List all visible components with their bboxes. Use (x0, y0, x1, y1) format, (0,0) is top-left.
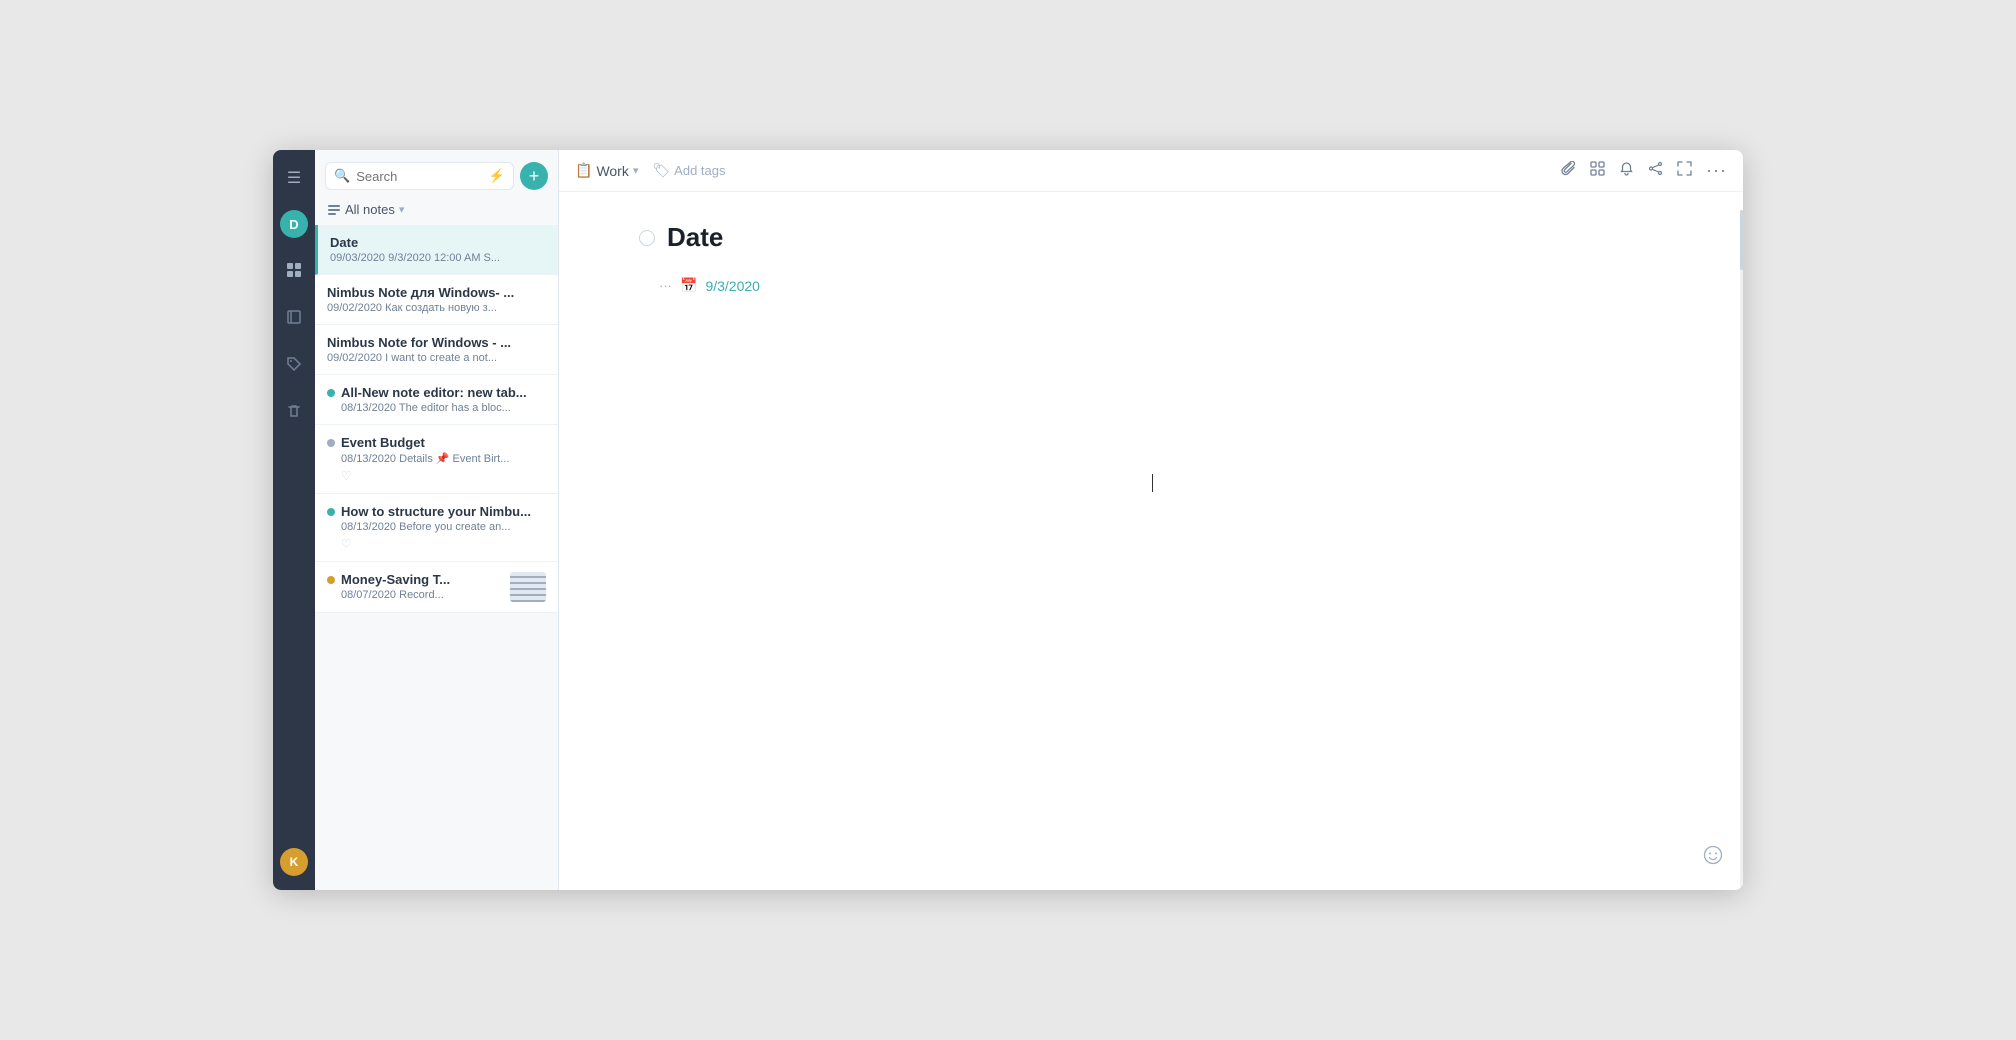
editor-scrollbar[interactable] (1739, 210, 1743, 890)
note-heart-structure[interactable]: ♡ (341, 537, 546, 551)
note-item-structure[interactable]: How to structure your Nimbu... 08/13/202… (315, 494, 558, 562)
dashboard-nav-icon[interactable] (282, 258, 306, 287)
add-note-button[interactable]: + (520, 162, 548, 190)
tags-nav-icon[interactable] (282, 352, 306, 381)
trash-nav-icon[interactable] (282, 399, 306, 428)
editor-cursor-area (639, 474, 1663, 492)
notes-list: Date 09/03/2020 9/3/2020 12:00 AM S... N… (315, 225, 558, 890)
notebook-folder-icon: 📋 (575, 162, 592, 179)
editor-area: 📋 Work ▾ 🏷 Add tags (559, 150, 1743, 890)
all-notes-header[interactable]: All notes ▾ (315, 198, 558, 225)
note-title-nimbus-ru: Nimbus Note для Windows- ... (327, 285, 546, 300)
attachment-icon[interactable] (1561, 161, 1576, 180)
note-title-nimbus-en: Nimbus Note for Windows - ... (327, 335, 546, 350)
note-item-event-budget[interactable]: Event Budget 08/13/2020 Details 📌 Event … (315, 425, 558, 494)
fullscreen-icon[interactable] (1677, 161, 1692, 180)
all-notes-label: All notes (345, 202, 395, 217)
date-field-row: ··· 📅 9/3/2020 (659, 277, 1663, 294)
search-bar: 🔍 ⚡ + (315, 150, 558, 198)
note-dot-money (327, 576, 335, 584)
text-cursor (1152, 474, 1153, 492)
nav-icons-group (282, 258, 306, 848)
note-dot-event-budget (327, 439, 335, 447)
sidebar-nav: ☰ D (273, 150, 315, 890)
notebook-indicator[interactable]: 📋 Work ▾ (575, 162, 638, 179)
note-item-nimbus-en[interactable]: Nimbus Note for Windows - ... 09/02/2020… (315, 325, 558, 375)
search-icon: 🔍 (334, 168, 350, 184)
date-row-more[interactable]: ··· (659, 278, 672, 293)
notebook-name: Work (596, 163, 628, 179)
note-title-structure: How to structure your Nimbu... (341, 504, 546, 519)
note-thumbnail-money (510, 572, 546, 602)
note-meta-all-new: 08/13/2020 The editor has a bloc... (341, 402, 546, 414)
note-meta-nimbus-en: 09/02/2020 I want to create a not... (327, 352, 546, 364)
nav-bottom: K (280, 848, 308, 876)
all-notes-chevron[interactable]: ▾ (399, 203, 405, 216)
notebook-chevron[interactable]: ▾ (633, 164, 639, 177)
note-item-all-new[interactable]: All-New note editor: new tab... 08/13/20… (315, 375, 558, 425)
tag-area: 🏷 Add tags (652, 162, 725, 179)
hamburger-menu[interactable]: ☰ (283, 164, 305, 192)
notes-panel: 🔍 ⚡ + All notes ▾ Date 09/03/2020 9/3 (315, 150, 559, 890)
search-input[interactable] (356, 169, 483, 184)
note-dot-structure (327, 508, 335, 516)
note-title-area: Date (639, 222, 1663, 253)
note-heart-event-budget[interactable]: ♡ (341, 469, 546, 483)
note-item-date[interactable]: Date 09/03/2020 9/3/2020 12:00 AM S... (315, 225, 558, 275)
editor-note-title[interactable]: Date (667, 222, 723, 253)
note-title-all-new: All-New note editor: new tab... (341, 385, 546, 400)
user-avatar-bottom[interactable]: K (280, 848, 308, 876)
note-meta-nimbus-ru: 09/02/2020 Как создать новую з... (327, 302, 546, 314)
note-meta-money: 08/07/2020 Record... (341, 589, 504, 601)
editor-toolbar: 📋 Work ▾ 🏷 Add tags (559, 150, 1743, 192)
toolbar-actions: ··· (1561, 160, 1727, 181)
calendar-icon: 📅 (680, 277, 697, 294)
notes-list-icon (327, 203, 341, 217)
note-dot-all-new (327, 389, 335, 397)
note-meta-date: 09/03/2020 9/3/2020 12:00 AM S... (330, 252, 546, 264)
share-icon[interactable] (1648, 161, 1663, 180)
note-title-event-budget: Event Budget (341, 435, 546, 450)
tag-icon: 🏷 (652, 162, 670, 179)
filter-icon[interactable]: ⚡ (489, 168, 505, 184)
note-meta-event-budget: 08/13/2020 Details 📌 Event Birt... (341, 452, 546, 465)
editor-content[interactable]: Date ··· 📅 9/3/2020 (559, 192, 1743, 890)
search-input-wrap[interactable]: 🔍 ⚡ (325, 162, 514, 190)
more-options-icon[interactable]: ··· (1706, 160, 1727, 181)
scrollbar-thumb[interactable] (1740, 210, 1743, 270)
note-item-nimbus-ru[interactable]: Nimbus Note для Windows- ... 09/02/2020 … (315, 275, 558, 325)
grid-view-icon[interactable] (1590, 161, 1605, 180)
add-tags-button[interactable]: Add tags (674, 163, 725, 178)
emoji-button[interactable] (1703, 845, 1723, 870)
note-title-money: Money-Saving T... (341, 572, 504, 587)
note-title-date: Date (330, 235, 546, 250)
scrollbar-track (1740, 210, 1743, 890)
date-field-value[interactable]: 9/3/2020 (705, 278, 760, 294)
note-item-money[interactable]: Money-Saving T... 08/07/2020 Record... (315, 562, 558, 613)
user-avatar-top[interactable]: D (280, 210, 308, 238)
notebooks-nav-icon[interactable] (282, 305, 306, 334)
note-complete-checkbox[interactable] (639, 230, 655, 246)
note-meta-structure: 08/13/2020 Before you create an... (341, 521, 546, 533)
app-window: ☰ D (273, 150, 1743, 890)
bell-icon[interactable] (1619, 161, 1634, 180)
